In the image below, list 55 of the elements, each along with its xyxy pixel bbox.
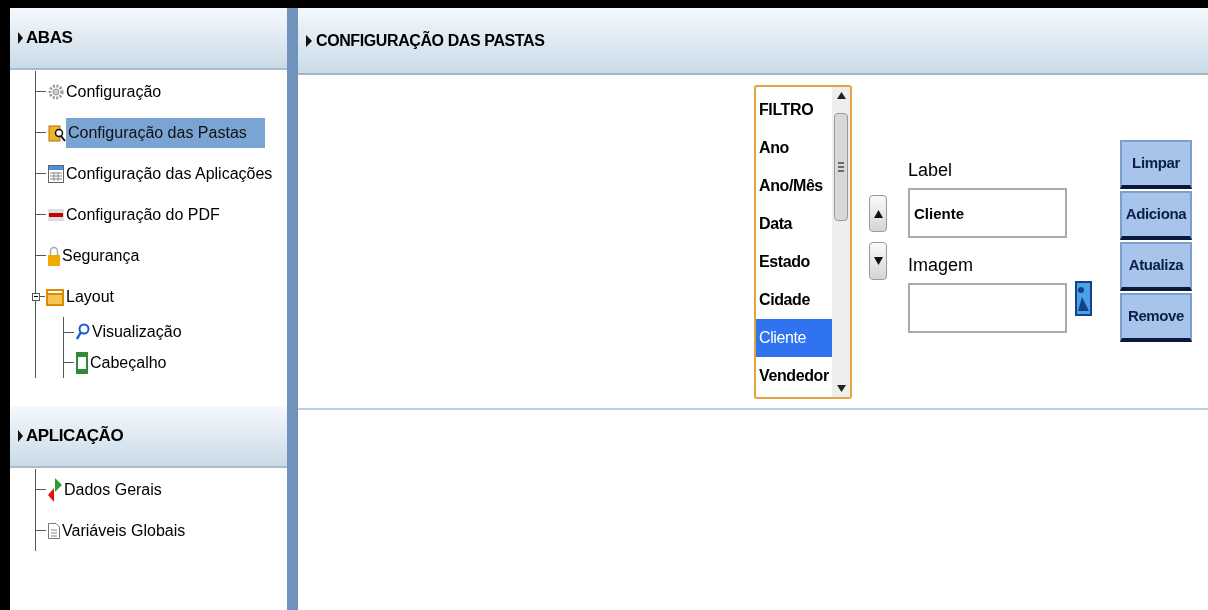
list-option[interactable]: Estado xyxy=(756,243,832,281)
scroll-up-arrow-icon[interactable] xyxy=(836,91,846,100)
move-down-button[interactable] xyxy=(869,242,887,280)
move-up-button[interactable] xyxy=(869,195,887,232)
list-option[interactable]: Cidade xyxy=(756,281,832,319)
action-button[interactable]: Adiciona xyxy=(1120,191,1192,240)
triangle-icon xyxy=(18,32,23,44)
tree-item[interactable]: Configuração xyxy=(64,76,164,107)
mobile-phone-icon xyxy=(76,351,88,374)
folder-listbox[interactable]: FILTRO Ano Ano/Mês Data Estado Cidade Cliente Vendedor xyxy=(754,85,852,399)
grid-window-icon xyxy=(48,164,64,183)
image-input[interactable] xyxy=(908,283,1067,333)
collapse-toggle-icon[interactable] xyxy=(32,292,40,301)
tree-item[interactable]: Cabeçalho xyxy=(88,347,169,378)
lock-icon xyxy=(48,245,60,266)
tree-item[interactable]: Variáveis Globais xyxy=(60,515,188,546)
tree-item[interactable]: Segurança xyxy=(60,240,142,271)
gear-icon xyxy=(48,83,64,100)
scrollbar-thumb[interactable] xyxy=(834,113,848,221)
tree-item[interactable]: Visualização xyxy=(90,317,184,348)
list-option[interactable]: Vendedor xyxy=(756,357,832,395)
action-button[interactable]: Remove xyxy=(1120,293,1192,342)
triangle-icon xyxy=(306,34,312,47)
label-input[interactable]: Cliente xyxy=(908,188,1067,238)
down-arrow-icon xyxy=(873,257,883,265)
document-icon xyxy=(48,522,60,539)
list-option[interactable]: Ano/Mês xyxy=(756,167,832,205)
folder-icon xyxy=(46,287,64,306)
list-option[interactable]: Cliente xyxy=(756,319,832,357)
field-label: Label xyxy=(908,159,954,182)
tree-item[interactable]: Configuração das Aplicações xyxy=(64,158,275,189)
tree-item[interactable]: Configuração das Pastas xyxy=(66,117,265,148)
field-label: Imagem xyxy=(908,254,975,277)
action-button[interactable]: Limpar xyxy=(1120,140,1192,189)
pdf-icon xyxy=(48,208,64,221)
image-picker-icon[interactable] xyxy=(1075,281,1092,316)
section-title: APLICAÇÃO xyxy=(26,425,124,448)
list-option[interactable]: Data xyxy=(756,205,832,243)
section-header[interactable]: ABAS xyxy=(10,8,287,70)
action-button[interactable]: Atualiza xyxy=(1120,242,1192,291)
section-header[interactable]: APLICAÇÃO xyxy=(10,406,287,468)
section-title: ABAS xyxy=(26,27,73,50)
list-option[interactable]: Ano xyxy=(756,129,832,167)
tree-item[interactable]: Dados Gerais xyxy=(62,474,164,505)
list-option[interactable]: FILTRO xyxy=(756,91,832,129)
scroll-down-arrow-icon[interactable] xyxy=(836,384,846,393)
arrows-icon xyxy=(48,477,62,502)
tree-item[interactable]: Configuração do PDF xyxy=(64,199,222,230)
up-arrow-icon xyxy=(873,209,883,218)
folder-search-icon xyxy=(48,122,66,143)
scrollbar[interactable] xyxy=(832,87,850,397)
triangle-icon xyxy=(18,430,23,442)
panel-title: CONFIGURAÇÃO DAS PASTAS xyxy=(316,30,545,51)
tree-item[interactable]: Layout xyxy=(64,281,117,312)
search-icon xyxy=(76,323,90,342)
